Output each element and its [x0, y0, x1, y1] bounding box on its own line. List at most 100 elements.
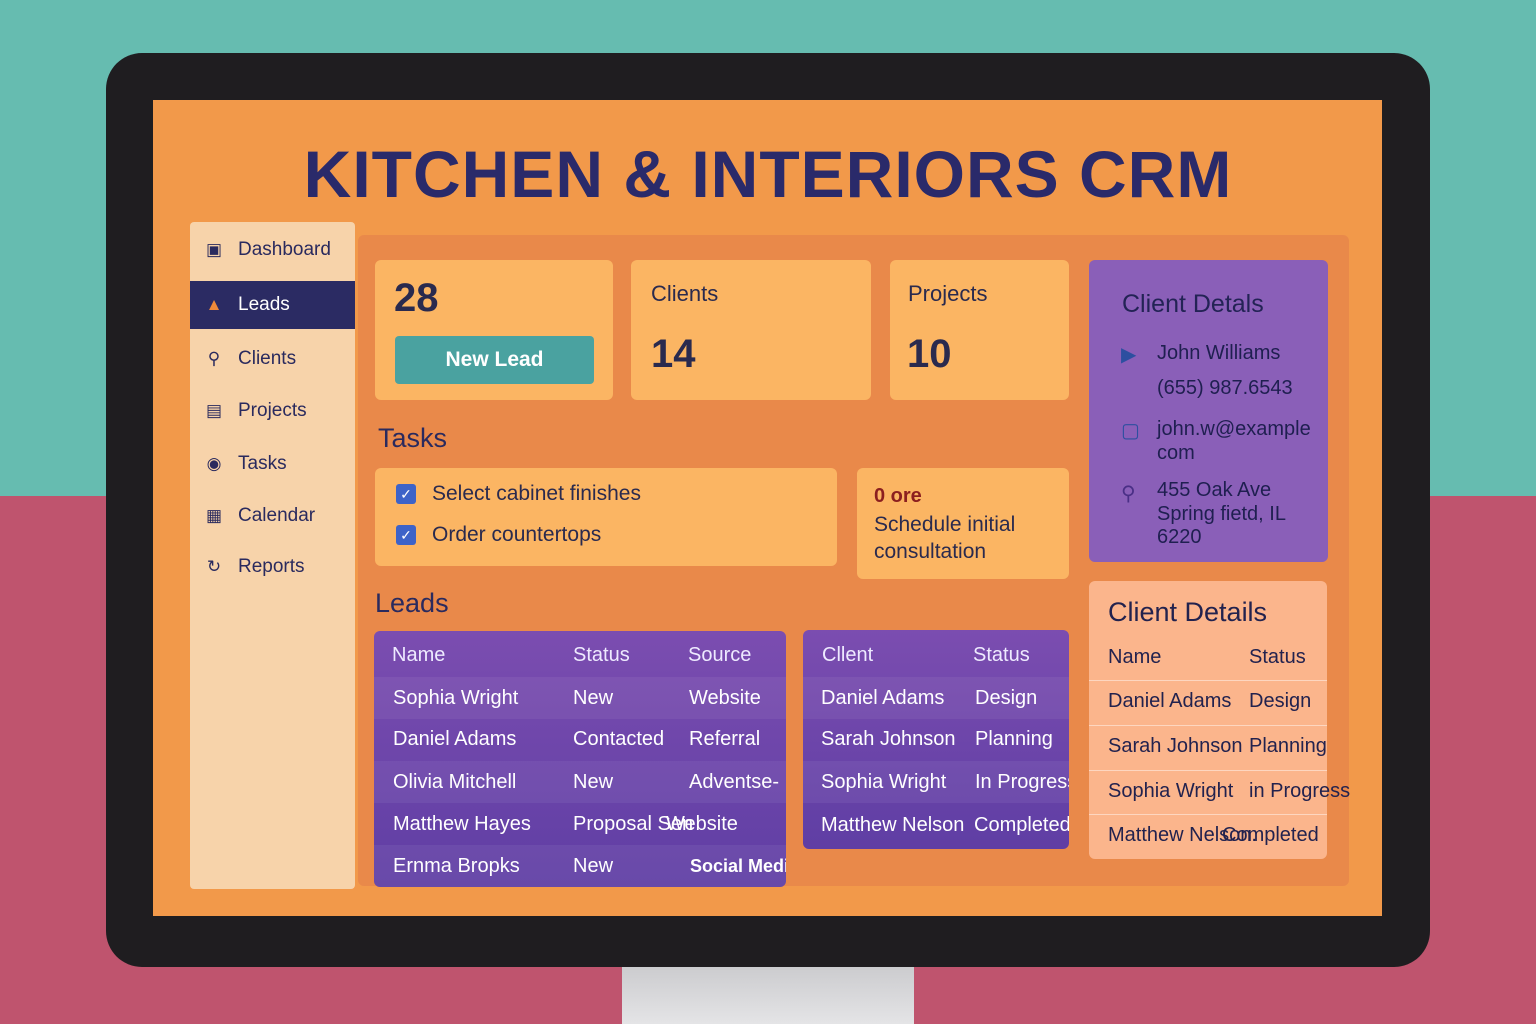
client-detail-card: Client Detals ▶ John Williams (655) 987.…	[1089, 260, 1328, 562]
person-pin-icon: ⚲	[207, 349, 221, 368]
client-name: Sophia Wright	[821, 770, 947, 793]
projects-stat-label: Projects	[908, 281, 988, 306]
sidebar-item-label: Calendar	[238, 505, 316, 526]
task-badge: 0 ore	[874, 485, 922, 507]
client-name: Daniel Adams	[1108, 690, 1232, 712]
table-row[interactable]: Sophia Wright in Progress	[1089, 770, 1350, 816]
lead-name: Matthew Hayes	[393, 812, 531, 835]
client-name: Sarah Johnson	[1108, 735, 1243, 757]
table-row[interactable]: Sophia Wright New Website	[374, 677, 786, 719]
page-title: KITCHEN & INTERIORS CRM	[303, 137, 1233, 211]
client-name: Matthew Nelson	[821, 813, 965, 836]
table-row[interactable]: Daniel Adams Design	[1089, 680, 1327, 726]
new-lead-button[interactable]: New Lead	[395, 336, 594, 384]
task-item: ✓ Order countertops	[396, 523, 601, 547]
task-text-line1: Schedule initial	[874, 513, 1016, 536]
target-icon: ◉	[206, 454, 222, 473]
client-status: In Progress	[975, 770, 1069, 793]
table-row[interactable]: Ernma Bropks New Social Media	[374, 845, 786, 887]
table-row[interactable]: Matthew Nelson Completed	[803, 804, 1069, 846]
client-name: John Williams	[1157, 342, 1281, 364]
table-row[interactable]: Daniel Adams Design	[803, 677, 1069, 719]
column-header[interactable]: Name	[1108, 646, 1161, 669]
lead-name: Sophia Wright	[393, 686, 519, 709]
lead-name: Daniel Adams	[393, 727, 517, 750]
lead-name: Olivia Mitchell	[393, 770, 517, 793]
client-email-line2[interactable]: com	[1157, 442, 1195, 465]
task-item: ✓ Select cabinet finishes	[396, 482, 641, 506]
clients-count: 14	[651, 332, 696, 376]
sidebar-item-label: Projects	[238, 400, 307, 421]
client-status: Completed	[1222, 824, 1319, 846]
sidebar-item-dashboard[interactable]: ▣ Dashboard	[190, 226, 355, 274]
task-label: Order countertops	[432, 523, 602, 546]
clients-stat-label: Clients	[651, 281, 719, 306]
lead-source: Social Media	[690, 855, 786, 876]
client-status: Planning	[975, 727, 1053, 750]
sidebar-item-projects[interactable]: ▤ Projects	[190, 387, 355, 435]
clients-stat-card: Clients 14	[631, 260, 871, 400]
sidebar-item-label: Tasks	[238, 453, 287, 474]
sidebar-item-label: Reports	[238, 556, 305, 577]
task-side-card: 0 ore Schedule initial consultation	[857, 468, 1069, 579]
lead-status: Contacted	[573, 727, 665, 750]
checkbox-checked[interactable]: ✓	[396, 484, 416, 504]
projects-stat-card: Projects 10	[890, 260, 1069, 400]
client-name: Sophia Wright	[1108, 780, 1234, 802]
monitor-stand	[622, 960, 914, 1024]
client-address-line1: 455 Oak Ave	[1157, 479, 1272, 501]
table-row[interactable]: Sophia Wright In Progress	[803, 761, 1069, 803]
dashboard-icon: ▣	[205, 240, 223, 259]
person-icon: ▶	[1121, 344, 1137, 366]
location-pin-icon: ⚲	[1121, 483, 1136, 505]
folder-icon: ▤	[205, 401, 223, 420]
table-row[interactable]: Daniel Adams Contacted Referral	[374, 718, 786, 760]
client-details-table: Client Details Name Status Daniel Adams …	[1089, 581, 1350, 860]
leads-heading: Leads	[375, 588, 449, 618]
client-status: Planning	[1249, 735, 1327, 757]
leads-stat-card: 28 New Lead	[375, 260, 613, 400]
client-phone[interactable]: (655) 987.6543	[1157, 377, 1293, 400]
sidebar-item-leads[interactable]: ▲ Leads	[190, 281, 355, 329]
mail-icon: ▢	[1121, 420, 1140, 442]
sidebar-item-label: Clients	[238, 348, 297, 369]
table-row[interactable]: Sarah Johnson Planning	[1089, 725, 1327, 771]
lead-status: New	[573, 686, 614, 709]
task-label: Select cabinet finishes	[432, 482, 641, 505]
sidebar-item-clients[interactable]: ⚲ Clients	[190, 335, 355, 383]
client-status: Design	[975, 686, 1038, 709]
leads-table: Name Status Source Sophia Wright New Web…	[374, 631, 786, 887]
table-row[interactable]: Matthew Nelson. Completed	[1089, 814, 1327, 860]
leads-count: 28	[394, 276, 439, 320]
sidebar-item-calendar[interactable]: ▦ Calendar	[190, 492, 355, 540]
sidebar-item-tasks[interactable]: ◉ Tasks	[190, 440, 355, 488]
lead-source: Referral	[689, 727, 761, 750]
task-text-line2: consultation	[874, 540, 987, 563]
table-header: Name Status Source	[374, 634, 786, 676]
table-row[interactable]: Olivia Mitchell New Adventse-	[374, 761, 786, 803]
column-header[interactable]: Status	[573, 644, 630, 667]
lead-source: Website	[666, 812, 738, 835]
client-email-line1[interactable]: john.w@example	[1157, 418, 1311, 441]
lead-source: Website	[689, 686, 761, 709]
column-header[interactable]: Source	[688, 644, 751, 667]
client-status: Design	[1249, 690, 1312, 712]
column-header[interactable]: Name	[392, 644, 445, 667]
projects-count: 10	[907, 332, 952, 376]
sidebar-item-reports[interactable]: ↻ Reports	[190, 543, 355, 591]
table-header: Name Status	[1089, 635, 1327, 680]
column-header[interactable]: Cllent	[822, 644, 873, 667]
lead-status: New	[573, 854, 614, 877]
column-header[interactable]: Status	[1249, 646, 1306, 669]
table-row[interactable]: Sarah Johnson Planning	[803, 718, 1069, 760]
client-name: Sarah Johnson	[821, 727, 956, 750]
table-row[interactable]: Matthew Hayes Proposal Sen Website	[374, 803, 786, 845]
client-details-title: Client Details	[1108, 597, 1268, 627]
client-status: Completed	[974, 813, 1069, 836]
refresh-icon: ↻	[206, 557, 222, 576]
column-header[interactable]: Status	[973, 644, 1030, 667]
sidebar-item-label: Dashboard	[238, 239, 331, 260]
checkbox-checked[interactable]: ✓	[396, 525, 416, 545]
client-address-line2: Spring fietd, IL 6220	[1157, 503, 1286, 548]
client-name: Daniel Adams	[821, 686, 945, 709]
